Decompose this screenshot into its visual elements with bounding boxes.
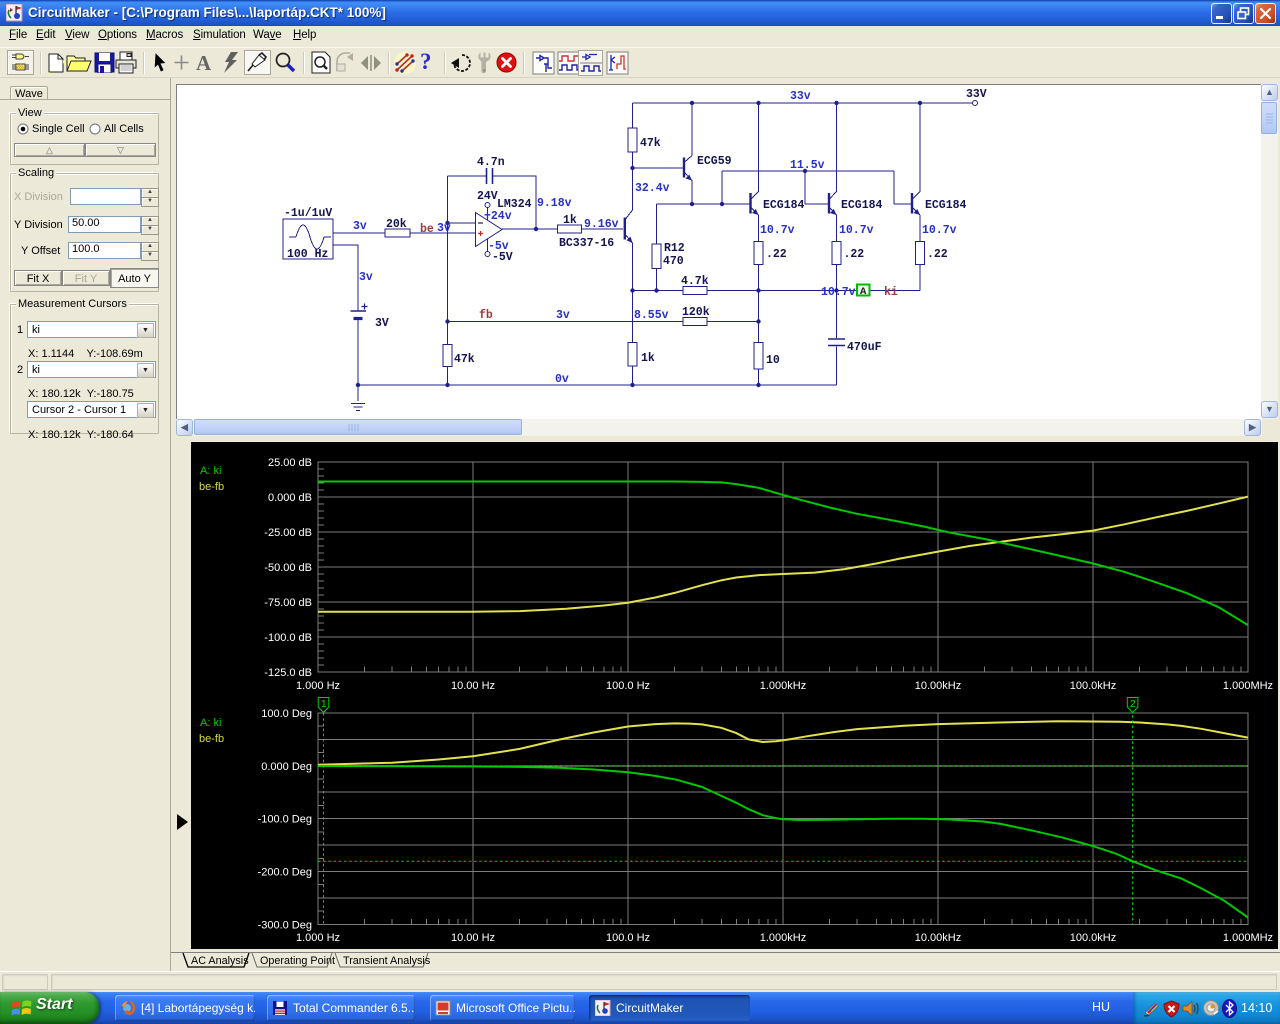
svg-text:10.7v: 10.7v bbox=[760, 224, 795, 237]
svg-text:1: 1 bbox=[321, 699, 327, 710]
svg-text:3v: 3v bbox=[353, 220, 367, 233]
svg-text:Operating Point: Operating Point bbox=[260, 955, 335, 967]
svg-text:1.000MHz: 1.000MHz bbox=[1223, 932, 1273, 944]
svg-text:ECG184: ECG184 bbox=[925, 199, 967, 212]
svg-text:3V: 3V bbox=[375, 317, 389, 330]
svg-text:9.16v: 9.16v bbox=[584, 218, 619, 231]
svg-text:10.7v: 10.7v bbox=[839, 224, 874, 237]
svg-text:.22: .22 bbox=[844, 248, 865, 261]
svg-text:1k: 1k bbox=[563, 214, 577, 227]
svg-text:-200.0 Deg: -200.0 Deg bbox=[258, 867, 312, 879]
svg-text:-1u/1uV: -1u/1uV bbox=[284, 207, 332, 220]
svg-text:8.55v: 8.55v bbox=[634, 309, 669, 322]
svg-text:be-fb: be-fb bbox=[199, 481, 224, 493]
svg-text:be: be bbox=[420, 223, 434, 236]
svg-text:1.000MHz: 1.000MHz bbox=[1223, 680, 1273, 692]
svg-text:R12: R12 bbox=[664, 242, 685, 255]
svg-text:2: 2 bbox=[1130, 699, 1136, 710]
svg-text:-300.0 Deg: -300.0 Deg bbox=[258, 919, 312, 931]
svg-text:.22: .22 bbox=[766, 248, 787, 261]
svg-text:0v: 0v bbox=[555, 373, 569, 386]
svg-text:100.0 Deg: 100.0 Deg bbox=[261, 708, 312, 720]
svg-text:120k: 120k bbox=[682, 306, 710, 319]
svg-text:32.4v: 32.4v bbox=[635, 182, 670, 195]
svg-text:100.0kHz: 100.0kHz bbox=[1070, 680, 1116, 692]
svg-text:100.0kHz: 100.0kHz bbox=[1070, 932, 1116, 944]
svg-text:A: ki: A: ki bbox=[200, 465, 221, 477]
svg-text:ECG184: ECG184 bbox=[763, 199, 805, 212]
svg-text:1.000 Hz: 1.000 Hz bbox=[296, 932, 340, 944]
svg-text:470uF: 470uF bbox=[847, 341, 882, 354]
svg-text:470: 470 bbox=[663, 255, 684, 268]
svg-text:4.7k: 4.7k bbox=[681, 275, 709, 288]
svg-text:11.5v: 11.5v bbox=[790, 159, 825, 172]
svg-text:-100.0 dB: -100.0 dB bbox=[264, 632, 312, 644]
svg-text:3v: 3v bbox=[437, 222, 451, 235]
svg-text:+24v: +24v bbox=[484, 210, 512, 223]
svg-text:ECG59: ECG59 bbox=[697, 155, 732, 168]
svg-text:10.00kHz: 10.00kHz bbox=[915, 932, 961, 944]
svg-text:33v: 33v bbox=[790, 90, 811, 103]
svg-text:47k: 47k bbox=[454, 353, 475, 366]
svg-text:BC337-16: BC337-16 bbox=[559, 237, 614, 250]
svg-text:1.000 Hz: 1.000 Hz bbox=[296, 680, 340, 692]
svg-text:33V: 33V bbox=[966, 88, 987, 101]
svg-text:-5v: -5v bbox=[488, 240, 509, 253]
svg-text:10.00 Hz: 10.00 Hz bbox=[451, 932, 495, 944]
svg-text:0.000 dB: 0.000 dB bbox=[268, 492, 312, 504]
svg-text:ki: ki bbox=[884, 286, 898, 299]
svg-text:0.000 Deg: 0.000 Deg bbox=[261, 761, 312, 773]
svg-text:1.000kHz: 1.000kHz bbox=[760, 932, 806, 944]
svg-text:9.18v: 9.18v bbox=[537, 197, 572, 210]
svg-text:A: ki: A: ki bbox=[200, 717, 221, 729]
svg-text:1.000kHz: 1.000kHz bbox=[760, 680, 806, 692]
svg-text:1k: 1k bbox=[641, 352, 655, 365]
svg-text:10.7v: 10.7v bbox=[821, 286, 856, 299]
svg-text:10.00 Hz: 10.00 Hz bbox=[451, 680, 495, 692]
svg-text:fb: fb bbox=[479, 309, 493, 322]
svg-text:100 Hz: 100 Hz bbox=[287, 248, 329, 261]
svg-text:3v: 3v bbox=[359, 271, 373, 284]
svg-text:10.7v: 10.7v bbox=[922, 224, 957, 237]
svg-text:100.0 Hz: 100.0 Hz bbox=[606, 932, 650, 944]
svg-text:-75.00 dB: -75.00 dB bbox=[264, 597, 312, 609]
svg-text:100.0 Hz: 100.0 Hz bbox=[606, 680, 650, 692]
svg-text:10: 10 bbox=[766, 354, 780, 367]
svg-text:-50.00 dB: -50.00 dB bbox=[264, 562, 312, 574]
svg-text:-25.00 dB: -25.00 dB bbox=[264, 527, 312, 539]
svg-text:be-fb: be-fb bbox=[199, 733, 224, 745]
svg-text:Transient Analysis: Transient Analysis bbox=[343, 955, 431, 967]
svg-text:4.7n: 4.7n bbox=[477, 156, 505, 169]
svg-text:AC Analysis: AC Analysis bbox=[191, 955, 249, 967]
svg-text:47k: 47k bbox=[640, 137, 661, 150]
svg-text:A: A bbox=[860, 286, 867, 298]
svg-text:25.00 dB: 25.00 dB bbox=[268, 457, 312, 469]
svg-text:20k: 20k bbox=[386, 218, 407, 231]
svg-text:10.00kHz: 10.00kHz bbox=[915, 680, 961, 692]
svg-text:3v: 3v bbox=[556, 309, 570, 322]
svg-text:24V: 24V bbox=[477, 190, 498, 203]
svg-text:.22: .22 bbox=[927, 248, 948, 261]
svg-text:-100.0 Deg: -100.0 Deg bbox=[258, 814, 312, 826]
svg-text:ECG184: ECG184 bbox=[841, 199, 883, 212]
svg-text:-125.0 dB: -125.0 dB bbox=[264, 667, 312, 679]
